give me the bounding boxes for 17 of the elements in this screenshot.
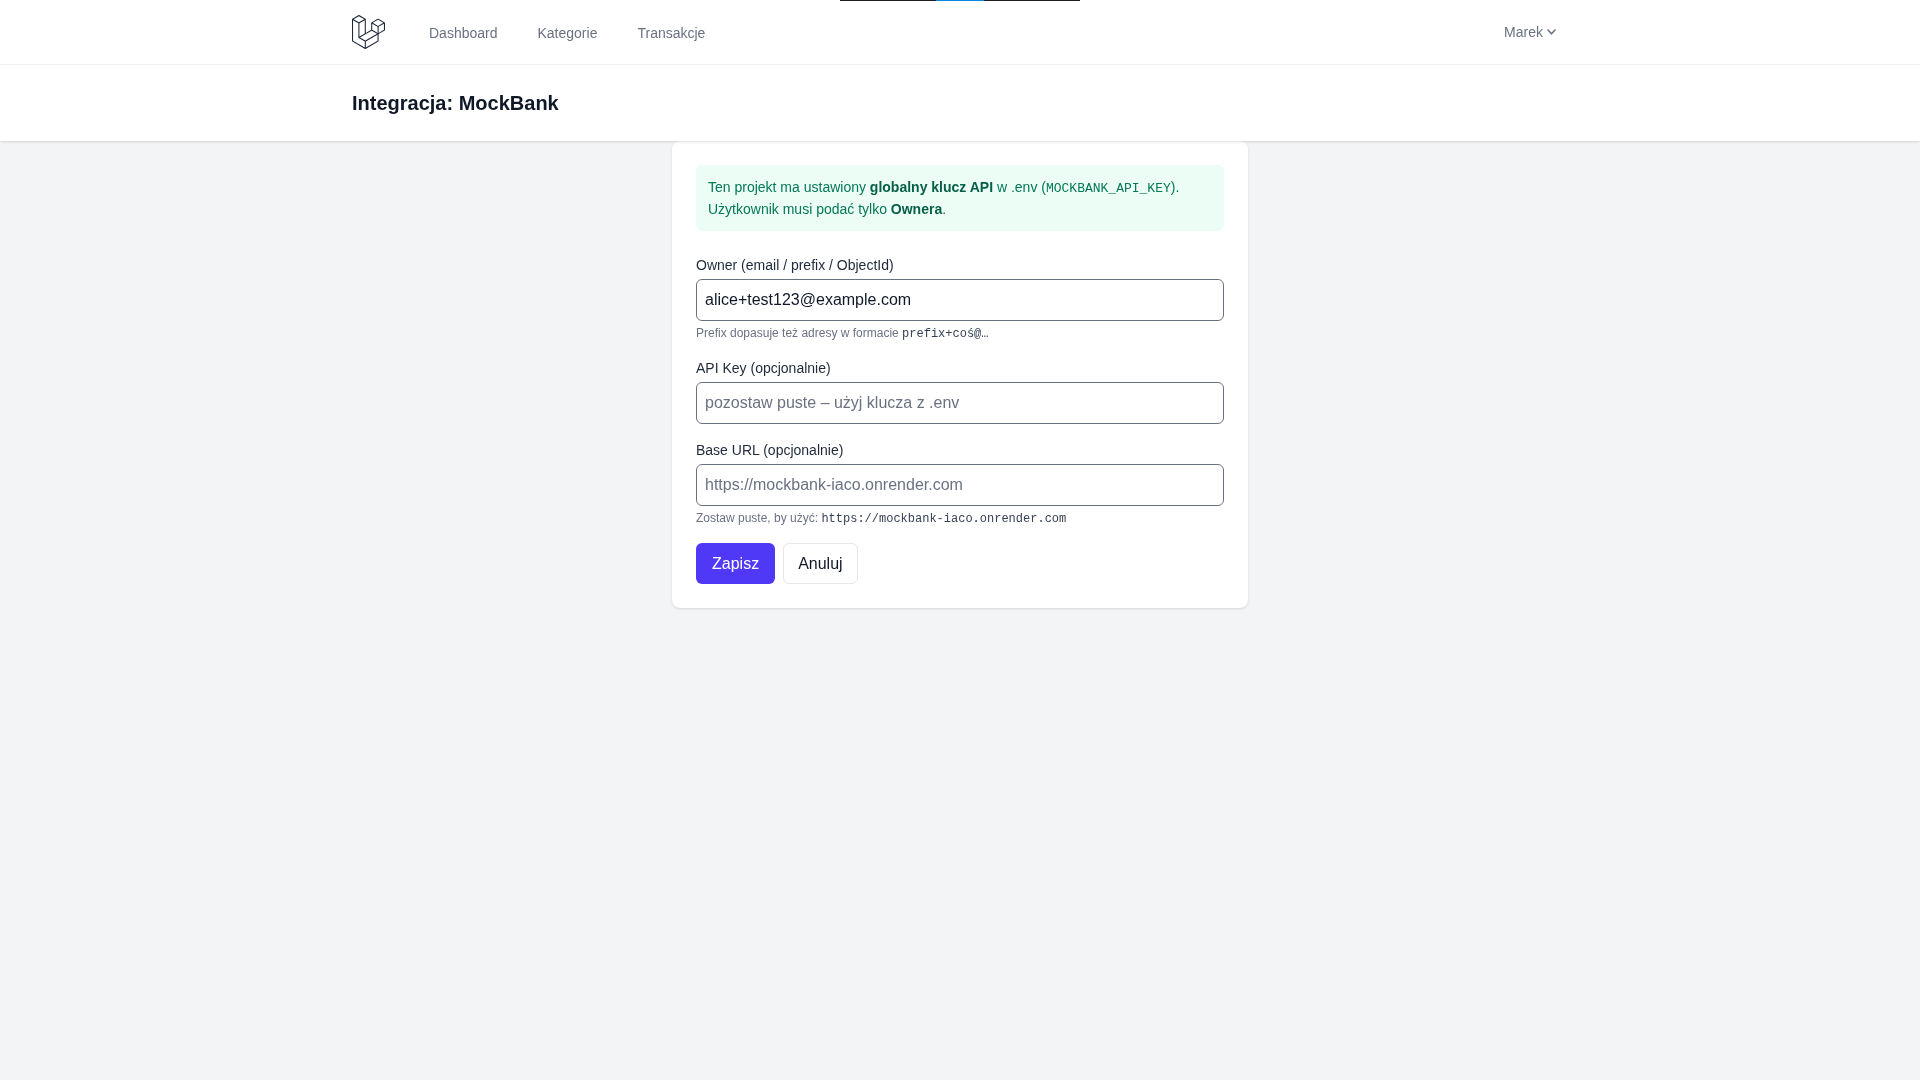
text-field[interactable]: pozostaw puste – użyj klucza z .env — [696, 382, 1224, 424]
field-label: Base URL (opcjonalnie) — [696, 441, 845, 460]
nav-link[interactable]: Dashboard — [425, 0, 502, 64]
field-hint: Prefix dopasuje też adresy w formacie prefix+coś@… — [696, 325, 990, 342]
chevron-down-icon — [1547, 29, 1556, 35]
page-title: Integracja: MockBank — [352, 91, 560, 116]
text-field[interactable]: alice+test123@example.com — [696, 279, 1224, 321]
info-notice: Ten projekt ma ustawiony globalny klucz API w .env (MOCKBANK_API_KEY). Użytkownik musi podać tylko Ownera. — [696, 165, 1224, 231]
text-field[interactable]: https://mockbank-iaco.onrender.com — [696, 464, 1224, 506]
save-button[interactable]: Zapisz — [696, 543, 776, 584]
field-hint: Zostaw puste, by użyć: https://mockbank-iaco.onrender.com — [696, 510, 1068, 527]
field-label: API Key (opcjonalnie) — [696, 359, 832, 378]
field-label: Owner (email / prefix / ObjectId) — [696, 256, 895, 275]
nav-link[interactable]: Kategorie — [533, 0, 602, 64]
cubes-logo-icon[interactable] — [352, 15, 385, 49]
nav-link[interactable]: Transakcje — [633, 0, 710, 64]
cancel-button[interactable]: Anuluj — [783, 543, 858, 584]
